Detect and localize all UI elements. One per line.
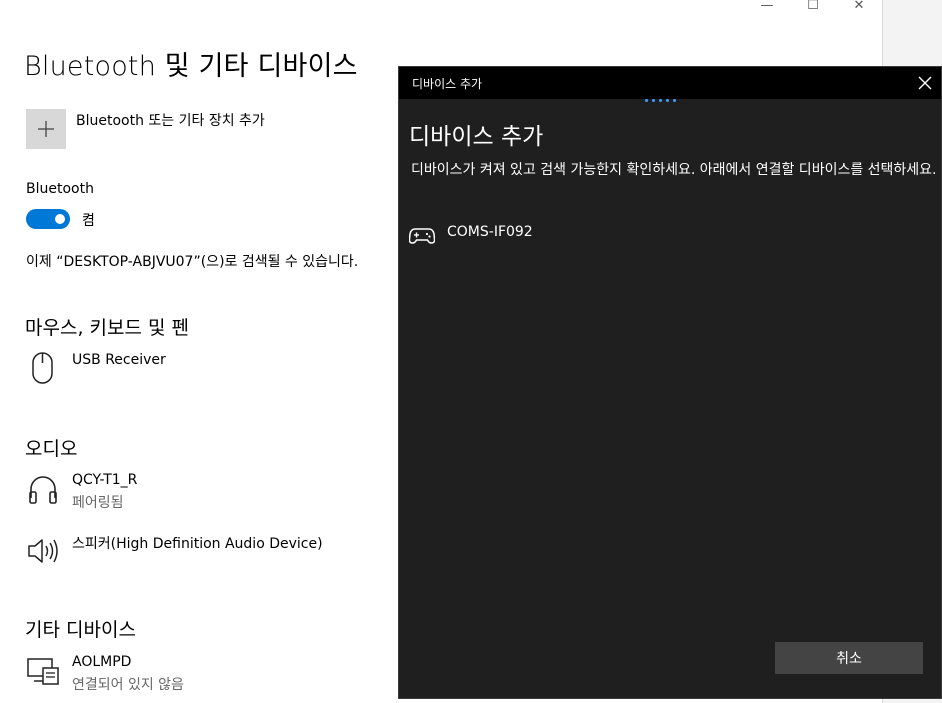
device-name: USB Receiver (72, 352, 166, 368)
section-heading-audio: 오디오 (25, 438, 78, 460)
speaker-icon (28, 539, 58, 563)
device-status: 연결되어 있지 않음 (72, 677, 184, 693)
bluetooth-label: Bluetooth (26, 181, 94, 197)
searching-progress-indicator (645, 99, 676, 102)
toggle-knob (55, 214, 65, 224)
device-name: 스피커(High Definition Audio Device) (72, 536, 323, 552)
discovered-device-name: COMS-IF092 (447, 224, 533, 240)
window-close-button[interactable]: ✕ (836, 0, 882, 14)
gamepad-icon (409, 228, 435, 244)
toggle-state-label: 켬 (82, 213, 95, 229)
section-heading-input: 마우스, 키보드 및 펜 (25, 317, 189, 339)
dialog-titlebar: 디바이스 추가 (399, 67, 941, 99)
add-device-label[interactable]: Bluetooth 또는 기타 장치 추가 (76, 110, 265, 130)
dialog-window-title: 디바이스 추가 (412, 77, 483, 91)
minimize-button[interactable]: — (744, 0, 790, 14)
discoverable-text: 이제 “DESKTOP-ABJVU07”(으)로 검색될 수 있습니다. (26, 254, 359, 270)
add-device-button[interactable] (26, 109, 66, 149)
close-icon[interactable] (915, 73, 935, 93)
headphones-icon (29, 476, 57, 504)
bluetooth-toggle[interactable] (26, 209, 70, 229)
plus-icon (38, 121, 54, 137)
device-status: 페어링됨 (72, 495, 124, 511)
maximize-button[interactable]: ☐ (790, 0, 836, 14)
page-title: Bluetooth 및 기타 디바이스 (24, 51, 358, 82)
mouse-icon (32, 352, 53, 384)
display-icon (27, 658, 59, 685)
cancel-button[interactable]: 취소 (775, 642, 923, 674)
discovered-device-item[interactable]: COMS-IF092 (409, 221, 929, 251)
device-name: AOLMPD (72, 654, 132, 670)
dialog-heading: 디바이스 추가 (409, 124, 544, 150)
device-name: QCY-T1_R (72, 472, 138, 488)
section-heading-other: 기타 디바이스 (25, 619, 136, 641)
add-device-dialog: 디바이스 추가 디바이스 추가 디바이스가 켜져 있고 검색 가능한지 확인하세… (398, 66, 942, 699)
dialog-description: 디바이스가 켜져 있고 검색 가능한지 확인하세요. 아래에서 연결할 디바이스… (411, 162, 937, 178)
